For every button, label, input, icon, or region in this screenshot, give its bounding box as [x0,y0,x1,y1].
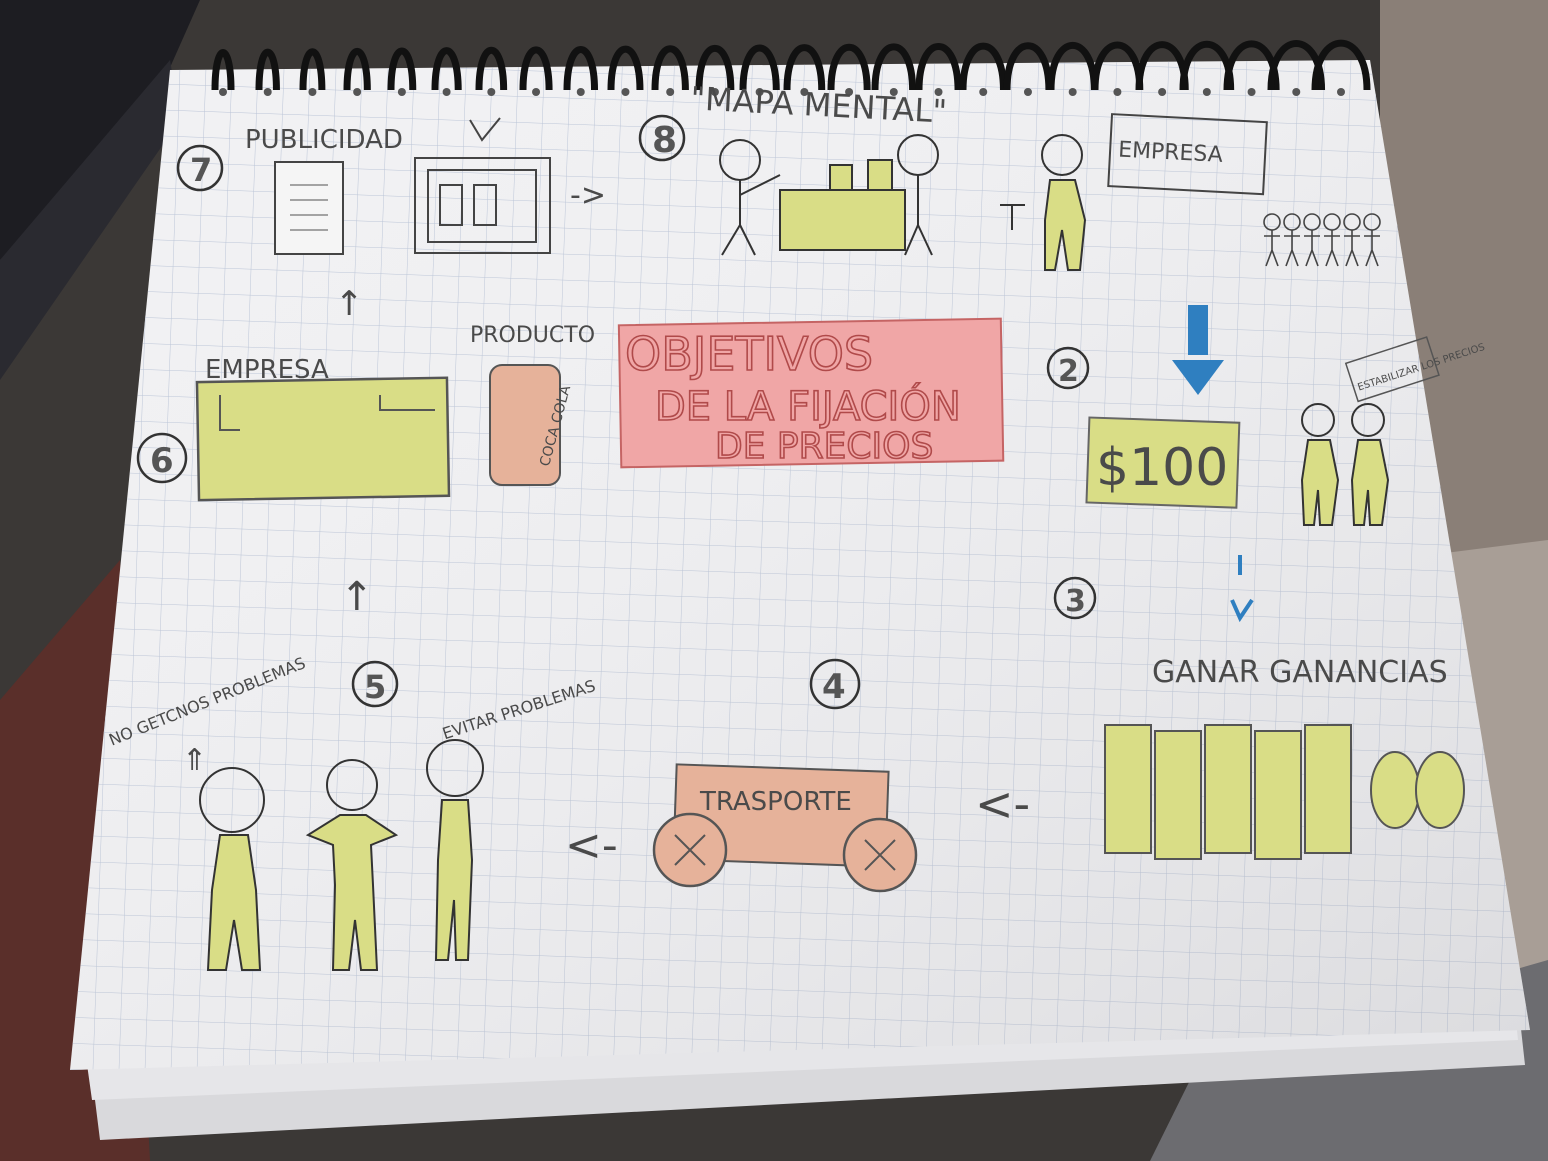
money-bill-icon [1254,730,1302,860]
step-5-number: 5 [364,668,386,706]
center-topic: OBJETIVOS DE LA FIJACIÓN DE PRECIOS [617,317,1005,469]
step-6-number: 6 [150,441,174,481]
arrow-7-to-8: -> [570,178,606,213]
spiral-hole [576,88,585,96]
step-8-number: 8 [652,120,677,161]
center-line-2: DE LA FIJACIÓN [655,382,961,430]
spiral-hole [979,88,988,96]
svg-text:⇑: ⇑ [182,743,207,778]
arrow-5-to-6: ↑ [340,574,374,620]
step-7-label: PUBLICIDAD [245,125,403,155]
spiral-hole [219,88,227,96]
spiral-hole [1068,88,1077,96]
arrow-3-to-4: <- [975,777,1030,831]
money-bill-icon [1104,724,1152,854]
notebook-photo: 8 "MAPA MENTAL" OBJETIVOS DE LA FIJACIÓN… [0,0,1548,1161]
step-4-label: TRASPORTE [699,787,852,817]
center-line-1: OBJETIVOS [625,327,873,381]
spiral-hole [1247,88,1256,96]
step-7-number: 7 [190,151,212,189]
money-bill-icon [1204,724,1252,854]
arrow-6-to-7: ↑ [335,284,364,324]
money-bill-icon [1154,730,1202,860]
spiral-hole [1202,88,1211,96]
spiral-hole [487,88,496,96]
step-3-number: 3 [1065,584,1086,619]
arrow-4-to-5: <- [565,820,618,871]
money-bill-text: $100 [1096,438,1228,498]
spiral-hole [397,88,406,96]
spiral-hole [353,88,362,96]
money-bill-icon [1304,724,1352,854]
spiral-hole [621,88,630,96]
spiral-hole [308,88,317,96]
spiral-hole [442,88,451,96]
center-line-3: DE PRECIOS [715,426,933,467]
spiral-hole [1023,88,1032,96]
spiral-hole [532,88,541,96]
spiral-hole [1337,88,1345,96]
spiral-hole [666,88,675,96]
spiral-hole [1158,88,1167,96]
step-4-number: 4 [822,667,846,707]
spiral-hole [1292,88,1301,96]
step-2-number: 2 [1058,354,1079,389]
product-label: PRODUCTO [470,323,595,348]
spiral-hole [263,88,272,96]
step-3-label: GANAR GANANCIAS [1152,655,1448,690]
spiral-hole [1113,88,1122,96]
